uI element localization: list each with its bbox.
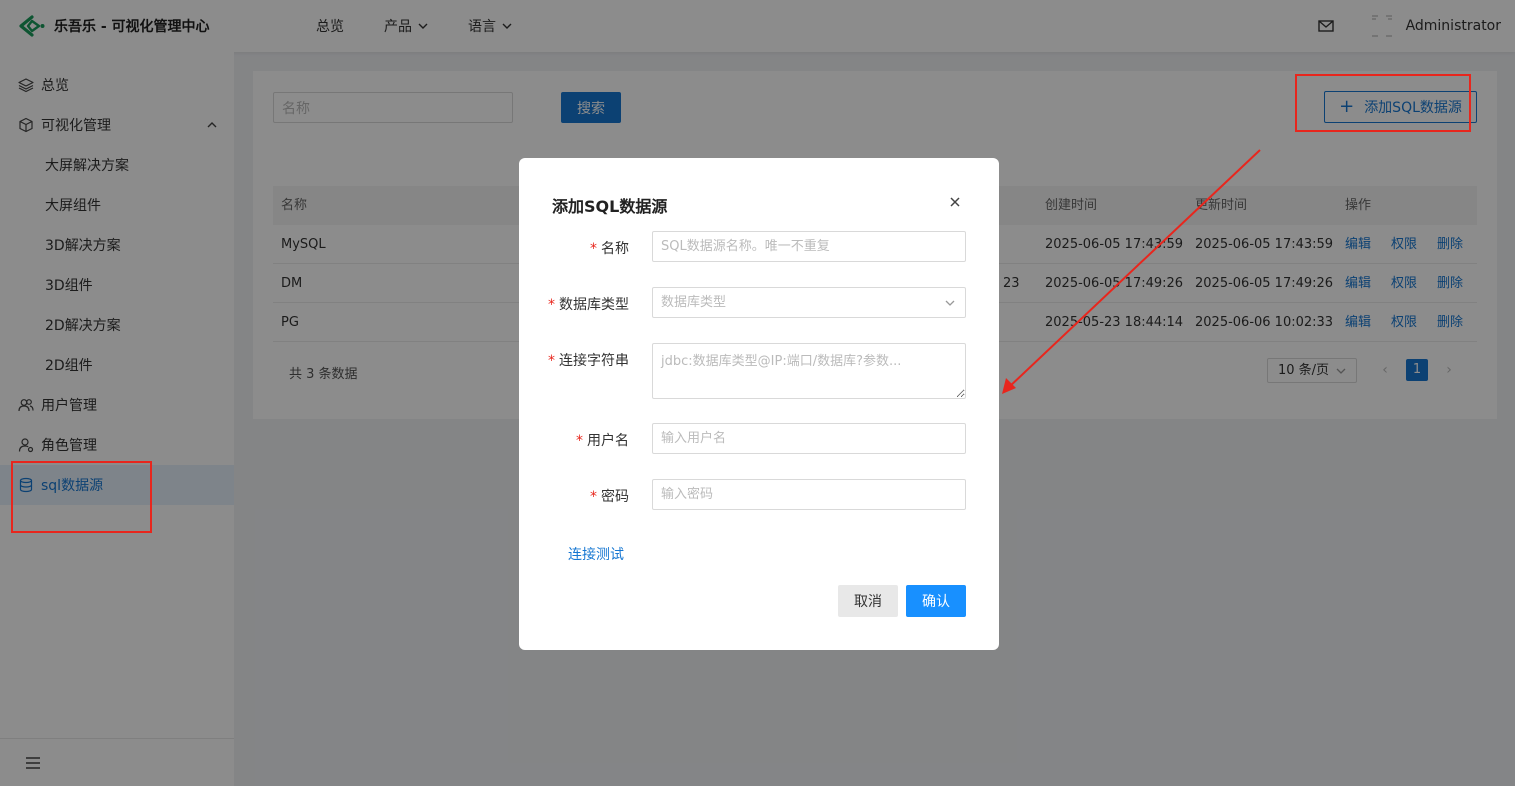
name-label-text: 名称 bbox=[601, 241, 629, 257]
db-type-label-text: 数据库类型 bbox=[559, 297, 629, 313]
username-label-text: 用户名 bbox=[587, 433, 629, 449]
conn-str-label: * 连接字符串 bbox=[519, 350, 629, 370]
confirm-button[interactable]: 确认 bbox=[906, 585, 966, 617]
password-input[interactable] bbox=[652, 479, 966, 510]
name-label: * 名称 bbox=[519, 238, 629, 258]
required-mark: * bbox=[590, 489, 597, 505]
close-icon[interactable] bbox=[948, 195, 962, 209]
dialog-title: 添加SQL数据源 bbox=[552, 197, 668, 216]
annotation-box-sql-datasource bbox=[11, 461, 152, 533]
required-mark: * bbox=[576, 433, 583, 449]
test-connection-link[interactable]: 连接测试 bbox=[568, 544, 624, 564]
username-input[interactable] bbox=[652, 423, 966, 454]
name-input[interactable] bbox=[652, 231, 966, 262]
password-label-text: 密码 bbox=[601, 489, 629, 505]
required-mark: * bbox=[590, 241, 597, 257]
add-datasource-dialog: 添加SQL数据源 *名称 *数据库类型 数据库类型 *连接字符串 *用户名 *密… bbox=[519, 158, 999, 650]
required-mark: * bbox=[548, 353, 555, 369]
cancel-button[interactable]: 取消 bbox=[838, 585, 898, 617]
password-label: * 密码 bbox=[519, 486, 629, 506]
username-label: * 用户名 bbox=[519, 430, 629, 450]
db-type-placeholder: 数据库类型 bbox=[661, 295, 727, 310]
annotation-box-add-button bbox=[1295, 74, 1471, 132]
connection-string-textarea[interactable] bbox=[652, 343, 966, 399]
chevron-down-icon bbox=[945, 300, 955, 306]
conn-str-label-text: 连接字符串 bbox=[559, 353, 629, 369]
required-mark: * bbox=[548, 297, 555, 313]
db-type-select[interactable]: 数据库类型 bbox=[652, 287, 966, 318]
db-type-label: * 数据库类型 bbox=[519, 294, 629, 314]
